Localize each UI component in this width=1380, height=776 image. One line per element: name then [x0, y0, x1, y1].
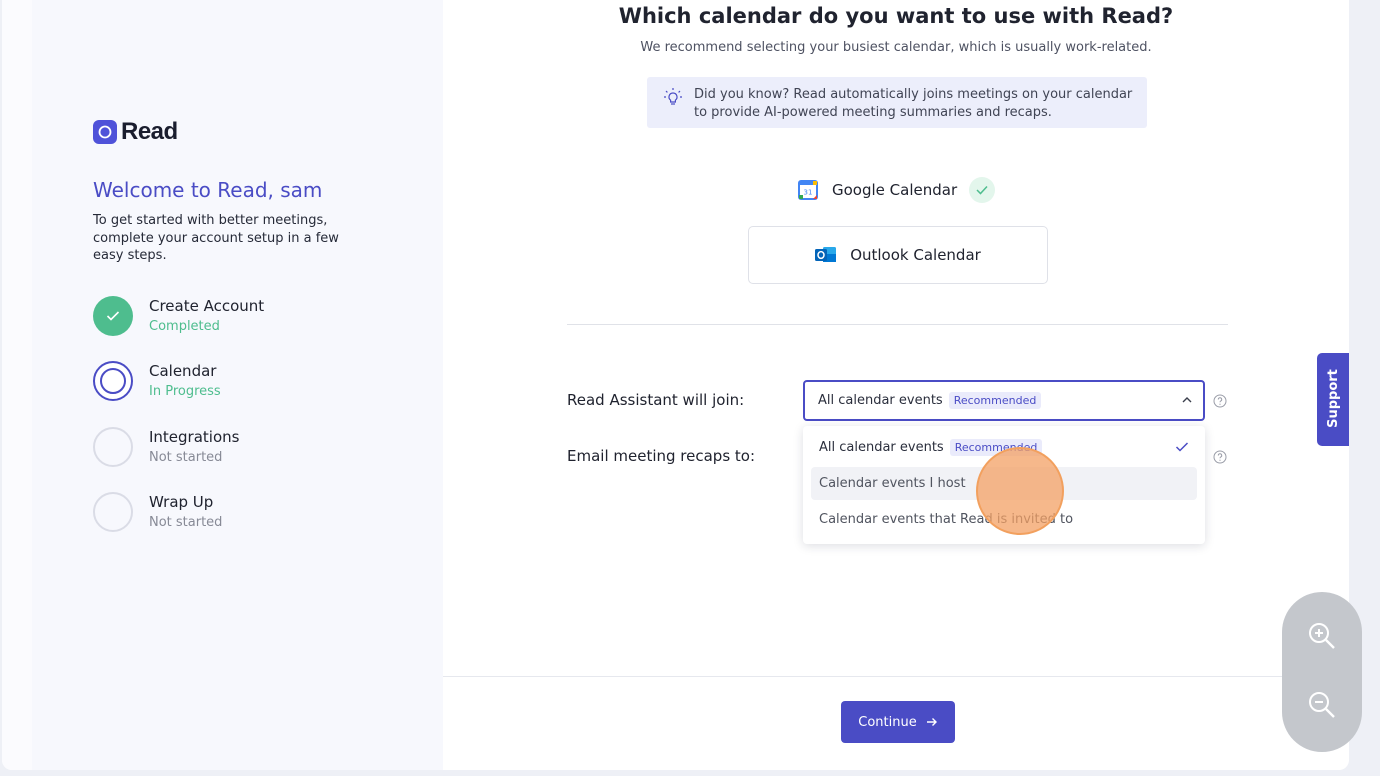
page-title: Which calendar do you want to use with R… — [618, 4, 1174, 28]
lightbulb-icon — [664, 88, 682, 105]
left-edge — [2, 0, 32, 770]
support-label: Support — [1326, 369, 1341, 428]
selected-check-icon — [1175, 442, 1189, 452]
footer-divider — [443, 676, 1349, 677]
support-tab[interactable]: Support — [1317, 353, 1349, 446]
tip-banner: Did you know? Read automatically joins m… — [647, 77, 1147, 128]
google-calendar-option[interactable]: 31 Google Calendar — [798, 177, 996, 203]
help-icon[interactable] — [1213, 450, 1227, 464]
in-progress-icon — [93, 361, 133, 401]
step-status: Not started — [149, 515, 223, 530]
not-started-icon — [93, 492, 133, 532]
step-create-account: Create Account Completed — [93, 296, 264, 336]
join-label: Read Assistant will join: — [567, 391, 745, 409]
zoom-out-icon[interactable] — [1306, 689, 1338, 721]
google-calendar-icon: 31 — [798, 180, 818, 200]
step-calendar: Calendar In Progress — [93, 361, 221, 401]
welcome-heading: Welcome to Read, sam — [93, 178, 323, 202]
help-icon[interactable] — [1213, 394, 1227, 408]
continue-button[interactable]: Continue — [841, 701, 955, 743]
outlook-calendar-label: Outlook Calendar — [850, 246, 981, 264]
not-started-icon — [93, 427, 133, 467]
page-subtitle: We recommend selecting your busiest cale… — [640, 40, 1152, 55]
svg-text:31: 31 — [804, 189, 813, 197]
option-label: Calendar events I host — [819, 476, 966, 491]
connected-check-icon — [969, 177, 996, 203]
check-icon — [93, 296, 133, 336]
outlook-icon — [815, 247, 837, 262]
zoom-in-icon[interactable] — [1306, 620, 1338, 652]
logo-text: Read — [121, 118, 178, 145]
support-text: Support — [1325, 369, 1341, 428]
continue-label: Continue — [858, 714, 917, 730]
arrow-right-icon — [926, 718, 937, 726]
step-title: Create Account — [149, 297, 265, 315]
read-logo: Read — [93, 118, 178, 146]
outlook-calendar-button[interactable]: Outlook Calendar — [748, 226, 1048, 284]
recommended-badge: Recommended — [948, 392, 1042, 409]
section-divider — [567, 324, 1228, 325]
option-label: All calendar events — [819, 440, 944, 455]
chevron-up-icon — [1182, 397, 1192, 403]
step-wrap-up: Wrap Up Not started — [93, 492, 222, 532]
click-indicator — [976, 447, 1064, 535]
google-calendar-label: Google Calendar — [832, 181, 958, 199]
step-status: Completed — [149, 319, 220, 334]
zoom-controls — [1282, 592, 1362, 752]
step-title: Integrations — [149, 428, 240, 446]
read-logo-icon — [93, 120, 117, 144]
step-integrations: Integrations Not started — [93, 427, 239, 467]
step-status: In Progress — [149, 384, 221, 399]
select-value: All calendar events — [818, 393, 943, 408]
join-select[interactable]: All calendar events Recommended — [803, 380, 1205, 421]
step-title: Calendar — [149, 362, 217, 380]
tip-text: Did you know? Read automatically joins m… — [694, 87, 1133, 120]
step-title: Wrap Up — [149, 493, 214, 511]
calendar-step-content: Which calendar do you want to use with R… — [443, 0, 1349, 770]
step-status: Not started — [149, 450, 223, 465]
intro-text: To get started with better meetings, com… — [93, 213, 339, 263]
recap-label: Email meeting recaps to: — [567, 447, 756, 465]
onboarding-sidebar: Read Welcome to Read, sam To get started… — [32, 0, 443, 770]
app-window: Read Welcome to Read, sam To get started… — [2, 0, 1349, 770]
